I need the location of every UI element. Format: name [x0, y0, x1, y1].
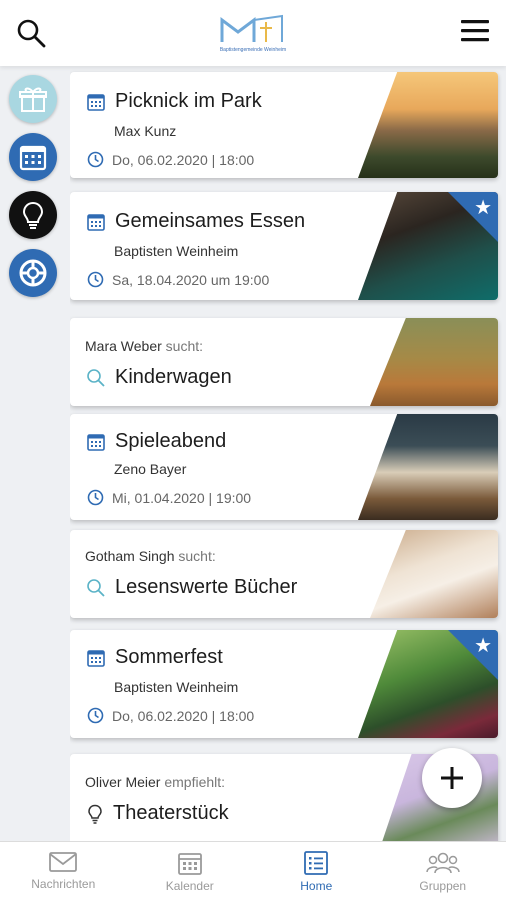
clock-icon [87, 151, 104, 168]
event-card[interactable]: Spieleabend Zeno Bayer Mi, 01.04.2020 | … [70, 414, 498, 520]
event-host: Zeno Bayer [114, 461, 186, 477]
nav-label: Home [300, 879, 332, 893]
recommendation-item: Theaterstück [113, 802, 229, 825]
search-icon [86, 368, 106, 388]
nav-item-kalender[interactable]: Kalender [127, 842, 254, 901]
event-title: Picknick im Park [115, 90, 262, 113]
gift-icon [18, 84, 48, 114]
event-date: Mi, 01.04.2020 | 19:00 [112, 490, 251, 506]
request-author: Gotham Singh sucht: [85, 548, 216, 564]
event-date: Do, 06.02.2020 | 18:00 [112, 708, 254, 724]
request-verb: sucht: [178, 548, 215, 564]
recommendation-author: Oliver Meier empfiehlt: [85, 774, 225, 790]
request-person: Gotham Singh [85, 548, 175, 564]
request-verb: sucht: [166, 338, 203, 354]
search-request-card[interactable]: Gotham Singh sucht: Lesenswerte Bücher [70, 530, 498, 618]
event-card[interactable]: Gemeinsames Essen Baptisten Weinheim Sa,… [70, 192, 498, 300]
category-rail [0, 66, 66, 841]
event-title: Sommerfest [115, 646, 223, 669]
event-date: Do, 06.02.2020 | 18:00 [112, 152, 254, 168]
nav-label: Nachrichten [31, 877, 95, 891]
lightbulb-category-button[interactable] [9, 191, 57, 239]
event-thumbnail [358, 414, 498, 520]
calendar-icon [86, 648, 106, 668]
hamburger-menu-icon[interactable] [458, 14, 492, 48]
event-host: Baptisten Weinheim [114, 243, 238, 259]
request-item: Lesenswerte Bücher [115, 576, 297, 599]
lifebuoy-category-button[interactable] [9, 249, 57, 297]
clock-icon [87, 489, 104, 506]
envelope-icon [48, 850, 78, 874]
home-feed: Picknick im Park Max Kunz Do, 06.02.2020… [70, 66, 506, 841]
star-icon: ★ [474, 633, 492, 658]
search-request-card[interactable]: Mara Weber sucht: Kinderwagen [70, 318, 498, 406]
event-date: Sa, 18.04.2020 um 19:00 [112, 272, 269, 288]
request-item: Kinderwagen [115, 366, 232, 389]
bottom-navigation: Nachrichten Kalender Home Gruppen [0, 841, 506, 901]
calendar-icon [176, 850, 204, 876]
logo-text: Baptistengemeinde Weinheim [216, 47, 290, 53]
lifebuoy-icon [17, 257, 49, 289]
calendar-icon [86, 212, 106, 232]
nav-item-home[interactable]: Home [253, 842, 380, 901]
request-thumbnail [370, 318, 498, 406]
nav-item-gruppen[interactable]: Gruppen [380, 842, 506, 901]
recommendation-person: Oliver Meier [85, 774, 160, 790]
calendar-icon [18, 142, 48, 172]
nav-item-nachrichten[interactable]: Nachrichten [0, 842, 127, 901]
clock-icon [87, 707, 104, 724]
recommendation-verb: empfiehlt: [164, 774, 225, 790]
calendar-category-button[interactable] [9, 133, 57, 181]
lightbulb-icon [86, 804, 104, 824]
search-icon [86, 578, 106, 598]
event-host: Max Kunz [114, 123, 176, 139]
app-logo: Baptistengemeinde Weinheim [216, 12, 290, 56]
gift-category-button[interactable] [9, 75, 57, 123]
request-thumbnail [370, 530, 498, 618]
event-thumbnail [358, 72, 498, 178]
event-title: Spieleabend [115, 430, 226, 453]
request-author: Mara Weber sucht: [85, 338, 203, 354]
star-icon: ★ [474, 195, 492, 220]
request-person: Mara Weber [85, 338, 162, 354]
event-card[interactable]: Picknick im Park Max Kunz Do, 06.02.2020… [70, 72, 498, 178]
group-icon [425, 850, 461, 876]
lightbulb-icon [18, 200, 48, 230]
calendar-icon [86, 92, 106, 112]
plus-icon [438, 764, 466, 792]
calendar-icon [86, 432, 106, 452]
nav-label: Gruppen [419, 879, 466, 893]
event-host: Baptisten Weinheim [114, 679, 238, 695]
list-icon [303, 850, 329, 876]
clock-icon [87, 271, 104, 288]
nav-label: Kalender [166, 879, 214, 893]
event-card[interactable]: Sommerfest Baptisten Weinheim Do, 06.02.… [70, 630, 498, 738]
top-app-bar: Baptistengemeinde Weinheim [0, 0, 506, 66]
add-button[interactable] [422, 748, 482, 808]
search-icon[interactable] [14, 16, 48, 50]
event-title: Gemeinsames Essen [115, 210, 305, 233]
